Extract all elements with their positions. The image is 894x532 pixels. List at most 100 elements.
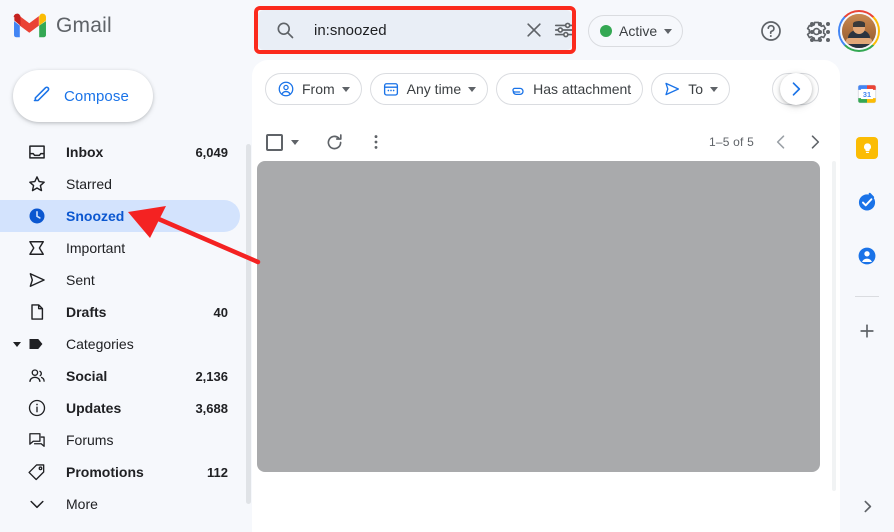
top-bar: Gmail: [0, 0, 894, 60]
close-icon[interactable]: [519, 15, 549, 45]
sidebar-item-label: Forums: [66, 432, 228, 448]
refresh-button[interactable]: [317, 125, 351, 159]
select-all-checkbox[interactable]: [266, 134, 299, 151]
chevron-down-icon: [468, 87, 476, 92]
keep-bulb-icon: [856, 137, 878, 159]
sidebar-item-label: Sent: [66, 272, 228, 288]
chevron-down-icon: [664, 29, 672, 34]
forum-icon: [26, 429, 48, 451]
sidebar-item-more[interactable]: More: [0, 488, 240, 520]
list-toolbar: 1–5 of 5: [252, 118, 840, 166]
message-list-scrollbar[interactable]: [832, 161, 836, 491]
sidebar-item-social[interactable]: Social 2,136: [0, 360, 240, 392]
sidebar-item-drafts[interactable]: Drafts 40: [0, 296, 240, 328]
sidebar-item-label: Promotions: [66, 464, 207, 480]
compose-label: Compose: [64, 88, 129, 105]
search-bar[interactable]: [258, 10, 572, 50]
pagination-prev-button[interactable]: [764, 125, 798, 159]
sidebar-item-label: More: [66, 496, 228, 512]
message-list-redacted[interactable]: [257, 161, 820, 472]
sidebar-item-updates[interactable]: Updates 3,688: [0, 392, 240, 424]
status-dot-icon: [600, 25, 612, 37]
side-panel-expand-button[interactable]: [851, 490, 883, 522]
chevron-down-icon: [710, 87, 718, 92]
filter-chip-any-time[interactable]: Any time: [370, 73, 488, 105]
sidebar-item-label: Important: [66, 240, 228, 256]
sidebar-item-label: Inbox: [66, 144, 195, 160]
filter-chip-has-attachment[interactable]: Has attachment: [496, 73, 643, 105]
label-icon: [26, 333, 48, 355]
avatar-image: [840, 12, 878, 50]
pagination-next-button[interactable]: [798, 125, 832, 159]
filter-chips-next-button[interactable]: [780, 73, 812, 105]
filter-chip-row: From Any time: [252, 60, 840, 118]
google-apps-icon[interactable]: [804, 16, 836, 48]
send-icon: [26, 269, 48, 291]
filter-chip-from[interactable]: From: [265, 73, 362, 105]
svg-text:31: 31: [863, 90, 871, 99]
star-icon: [26, 173, 48, 195]
gmail-logo-icon: [13, 13, 47, 39]
sidebar-categories-label: Categories: [66, 336, 134, 352]
sidebar-categories-header[interactable]: Categories: [0, 328, 240, 360]
sidebar-item-snoozed[interactable]: Snoozed: [0, 200, 240, 232]
main-panel: From Any time: [252, 60, 840, 532]
important-icon: [26, 237, 48, 259]
send-icon: [663, 80, 681, 98]
status-badge[interactable]: Active: [588, 15, 683, 47]
keep-icon[interactable]: [847, 128, 887, 168]
sidebar-item-important[interactable]: Important: [0, 232, 240, 264]
info-icon: [26, 397, 48, 419]
filter-chip-to[interactable]: To: [651, 73, 730, 105]
checkbox-icon: [266, 134, 283, 151]
filter-chip-label: Has attachment: [533, 81, 631, 97]
filter-chip-label: From: [302, 81, 335, 97]
sidebar-item-promotions[interactable]: Promotions 112: [0, 456, 240, 488]
sidebar-item-label: Drafts: [66, 304, 214, 320]
calendar-icon: [382, 80, 400, 98]
contacts-icon[interactable]: [847, 236, 887, 276]
clock-icon: [26, 205, 48, 227]
pagination-count: 1–5 of 5: [709, 135, 754, 149]
tasks-icon[interactable]: [847, 182, 887, 222]
gmail-brand[interactable]: Gmail: [13, 13, 112, 39]
sidebar-item-count: 2,136: [195, 369, 240, 384]
sidebar-item-count: 40: [214, 305, 240, 320]
caret-down-icon: [291, 140, 299, 145]
sidebar-item-label: Social: [66, 368, 195, 384]
side-panel-divider: [855, 296, 879, 297]
draft-icon: [26, 301, 48, 323]
search-icon[interactable]: [270, 15, 300, 45]
sidebar-nav-list: Inbox 6,049 Starred: [0, 136, 252, 520]
sidebar-item-starred[interactable]: Starred: [0, 168, 240, 200]
compose-button[interactable]: Compose: [13, 70, 153, 122]
side-panel: 31: [840, 60, 894, 532]
search-options-icon[interactable]: [549, 15, 579, 45]
brand-name: Gmail: [56, 14, 112, 38]
filter-chip-label: Any time: [407, 81, 461, 97]
sidebar: Compose Inbox 6,049 St: [0, 60, 252, 532]
sidebar-item-label: Updates: [66, 400, 195, 416]
gmail-window: Gmail: [0, 0, 894, 532]
sidebar-item-inbox[interactable]: Inbox 6,049: [0, 136, 240, 168]
status-label: Active: [619, 23, 657, 39]
search-input[interactable]: [300, 22, 519, 39]
sidebar-item-label: Snoozed: [66, 208, 228, 224]
sidebar-item-forums[interactable]: Forums: [0, 424, 240, 456]
inbox-icon: [26, 141, 48, 163]
people-icon: [26, 365, 48, 387]
caret-down-icon: [8, 342, 26, 347]
tag-icon: [26, 461, 48, 483]
sidebar-item-sent[interactable]: Sent: [0, 264, 240, 296]
avatar[interactable]: [838, 10, 880, 52]
chevron-down-icon: [26, 493, 48, 515]
calendar-icon[interactable]: 31: [847, 74, 887, 114]
person-circle-icon: [277, 80, 295, 98]
help-icon-dup: [757, 15, 789, 47]
plus-icon[interactable]: [847, 311, 887, 351]
attachment-icon: [508, 80, 526, 98]
chevron-down-icon: [342, 87, 350, 92]
sidebar-item-count: 3,688: [195, 401, 240, 416]
sidebar-scrollbar[interactable]: [246, 144, 251, 504]
more-options-button[interactable]: [359, 125, 393, 159]
